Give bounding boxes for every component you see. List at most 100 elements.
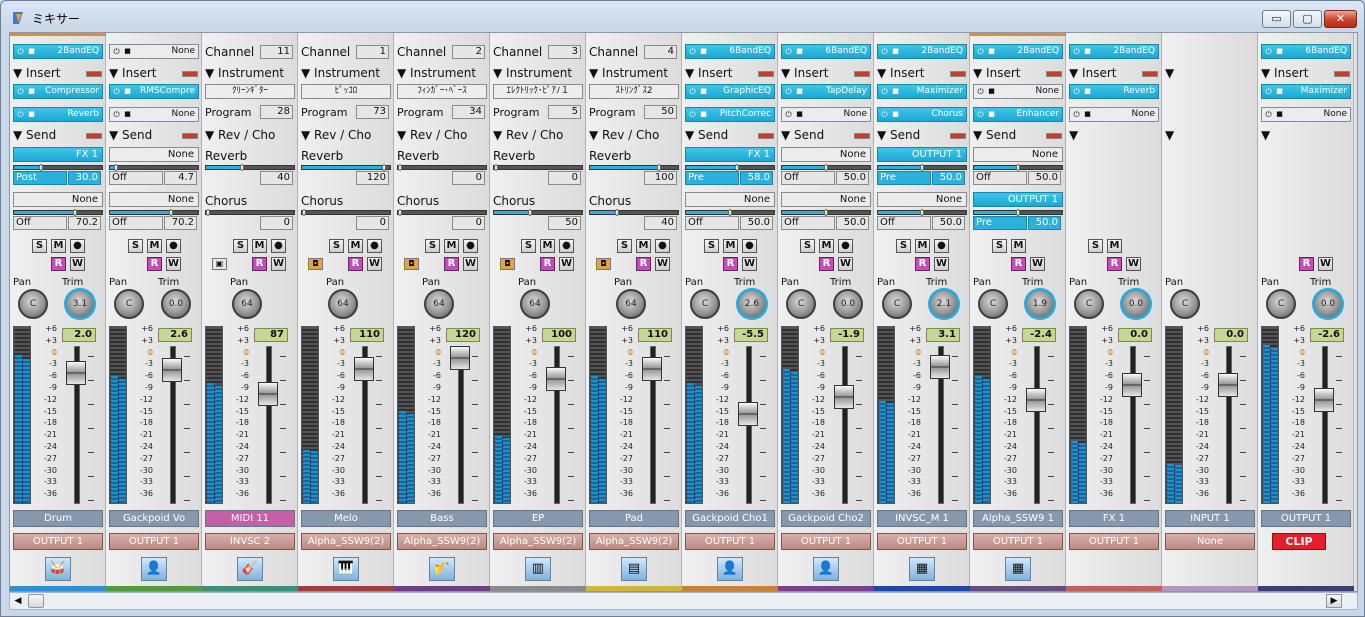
insert-header[interactable]: ▼ Insert: [109, 66, 156, 81]
insert-slot-2[interactable]: ⏻ ■ None: [109, 107, 199, 122]
send-2-slider[interactable]: [973, 209, 1063, 216]
send-1-value[interactable]: 50.0: [836, 171, 869, 185]
volume-fader[interactable]: [1218, 373, 1238, 397]
collapse-arrow-icon[interactable]: ▼: [973, 128, 986, 142]
insert-slot-2[interactable]: ⏻ ■ PitchCorrec: [685, 107, 775, 122]
eq-slot[interactable]: ⏻ ■ 2BandEQ: [877, 44, 967, 59]
track-name[interactable]: FX 1: [1069, 510, 1159, 527]
level-readout[interactable]: 100: [542, 328, 576, 342]
collapse-arrow-icon[interactable]: ▼: [781, 66, 794, 80]
read-automation-button[interactable]: R: [723, 257, 738, 271]
edit-icon[interactable]: ■: [123, 87, 132, 96]
read-automation-button[interactable]: R: [348, 257, 363, 271]
chorus-slider[interactable]: [205, 209, 295, 216]
volume-fader[interactable]: [642, 356, 662, 381]
pan-knob[interactable]: 64: [232, 289, 262, 319]
mute-button[interactable]: M: [348, 239, 363, 253]
pan-knob[interactable]: 64: [328, 289, 358, 319]
collapse-arrow-icon[interactable]: ▼: [685, 66, 698, 80]
send-header[interactable]: ▼ Send: [685, 128, 728, 143]
insert-header[interactable]: ▼ Insert: [781, 66, 828, 81]
mute-button[interactable]: M: [1107, 239, 1122, 253]
record-arm-button[interactable]: ●: [367, 239, 382, 253]
power-icon[interactable]: ⏻: [1263, 109, 1274, 120]
write-automation-button[interactable]: W: [367, 257, 382, 271]
insert-slot-1[interactable]: ⏻ ■ Maximizer: [877, 84, 967, 99]
power-icon[interactable]: ⏻: [1071, 46, 1082, 57]
collapse-arrow-icon[interactable]: ▼: [877, 66, 890, 80]
pan-knob[interactable]: C: [978, 289, 1008, 319]
edit-icon[interactable]: ■: [891, 87, 900, 96]
power-icon[interactable]: ⏻: [879, 46, 890, 57]
slider-knob[interactable]: [657, 164, 662, 171]
slider-knob[interactable]: [72, 209, 77, 216]
insert-slot-1[interactable]: ⏻ ■ Compressor: [13, 84, 103, 99]
bypass-toggle[interactable]: [1142, 71, 1158, 77]
power-icon[interactable]: ⏻: [111, 46, 122, 57]
scroll-thumb[interactable]: [28, 594, 44, 608]
pan-knob[interactable]: C: [1170, 289, 1200, 319]
solo-button[interactable]: S: [329, 239, 344, 253]
send-2-value[interactable]: 50.0: [740, 216, 773, 230]
rev-cho-header[interactable]: ▼ Rev / Cho: [205, 128, 275, 143]
collapse-arrow-icon[interactable]: ▼: [109, 128, 122, 142]
eq-slot[interactable]: ⏻ ■ None: [109, 44, 199, 59]
write-automation-button[interactable]: W: [838, 257, 853, 271]
rev-cho-header[interactable]: ▼ Rev / Cho: [301, 128, 371, 143]
chorus-value[interactable]: 50: [548, 216, 581, 230]
midi-input-icon[interactable]: ◘: [404, 258, 419, 270]
collapse-arrow-icon[interactable]: ▼: [781, 128, 794, 142]
send-2-mode[interactable]: Pre: [973, 216, 1027, 230]
insert-slot-1[interactable]: ⏻ ■ Maximizer: [1261, 84, 1351, 99]
eq-slot[interactable]: ⏻ ■ 6BandEQ: [781, 44, 871, 59]
level-readout[interactable]: 87: [254, 328, 288, 342]
solo-button[interactable]: S: [800, 239, 815, 253]
reverb-slider[interactable]: [301, 164, 391, 171]
level-readout[interactable]: 2.6: [158, 328, 192, 342]
solo-button[interactable]: S: [128, 239, 143, 253]
slider-knob[interactable]: [734, 164, 739, 171]
power-icon[interactable]: ⏻: [879, 86, 890, 97]
solo-button[interactable]: S: [233, 239, 248, 253]
level-readout[interactable]: 110: [638, 328, 672, 342]
horizontal-scrollbar[interactable]: ◀ ▶: [9, 592, 1358, 610]
trim-knob[interactable]: 0.0: [1121, 289, 1151, 319]
piano-icon[interactable]: 🎹: [333, 557, 359, 581]
edit-icon[interactable]: ■: [987, 47, 996, 56]
send-2-slider[interactable]: [877, 209, 967, 216]
reverb-value[interactable]: 0: [452, 171, 485, 185]
slider-knob[interactable]: [398, 164, 402, 171]
read-automation-button[interactable]: R: [51, 257, 66, 271]
slider-knob[interactable]: [39, 164, 44, 171]
collapse-arrow-icon[interactable]: ▼: [205, 66, 218, 80]
output-assign[interactable]: OUTPUT 1: [685, 533, 775, 550]
send-1-value[interactable]: 50.0: [932, 171, 965, 185]
read-automation-button[interactable]: R: [540, 257, 555, 271]
output-assign[interactable]: Alpha_SSW9(2): [301, 533, 391, 550]
edit-icon[interactable]: ■: [699, 110, 708, 119]
instrument-header[interactable]: ▼ Instrument: [301, 66, 380, 81]
instrument-header[interactable]: ▼ Instrument: [589, 66, 668, 81]
send-header[interactable]: ▼: [1165, 128, 1174, 143]
mute-button[interactable]: M: [819, 239, 834, 253]
pan-knob[interactable]: C: [114, 289, 144, 319]
level-readout[interactable]: -1.9: [830, 328, 864, 342]
eq-slot[interactable]: ⏻ ■ 2BandEQ: [973, 44, 1063, 59]
read-automation-button[interactable]: R: [1299, 257, 1314, 271]
volume-fader[interactable]: [1314, 388, 1334, 412]
insert-slot-2[interactable]: ⏻ ■ Enhancer: [973, 107, 1063, 122]
midi-input-icon[interactable]: ◘: [308, 258, 323, 270]
instrument-header[interactable]: ▼ Instrument: [205, 66, 284, 81]
write-automation-button[interactable]: W: [166, 257, 181, 271]
power-icon[interactable]: ⏻: [975, 46, 986, 57]
reverb-value[interactable]: 100: [644, 171, 677, 185]
instrument-name[interactable]: ﾌｨﾝｶﾞｰ･ﾍﾞｰｽ: [397, 84, 487, 99]
send-2-destination[interactable]: OUTPUT 1: [973, 192, 1063, 207]
insert-slot-1[interactable]: ⏻ ■ Reverb: [1069, 84, 1159, 99]
volume-fader[interactable]: [738, 401, 758, 426]
slider-knob[interactable]: [1016, 209, 1020, 216]
power-icon[interactable]: ⏻: [15, 109, 26, 120]
edit-icon[interactable]: ■: [1083, 47, 1092, 56]
bypass-toggle[interactable]: [182, 71, 198, 77]
collapse-arrow-icon[interactable]: ▼: [877, 128, 890, 142]
